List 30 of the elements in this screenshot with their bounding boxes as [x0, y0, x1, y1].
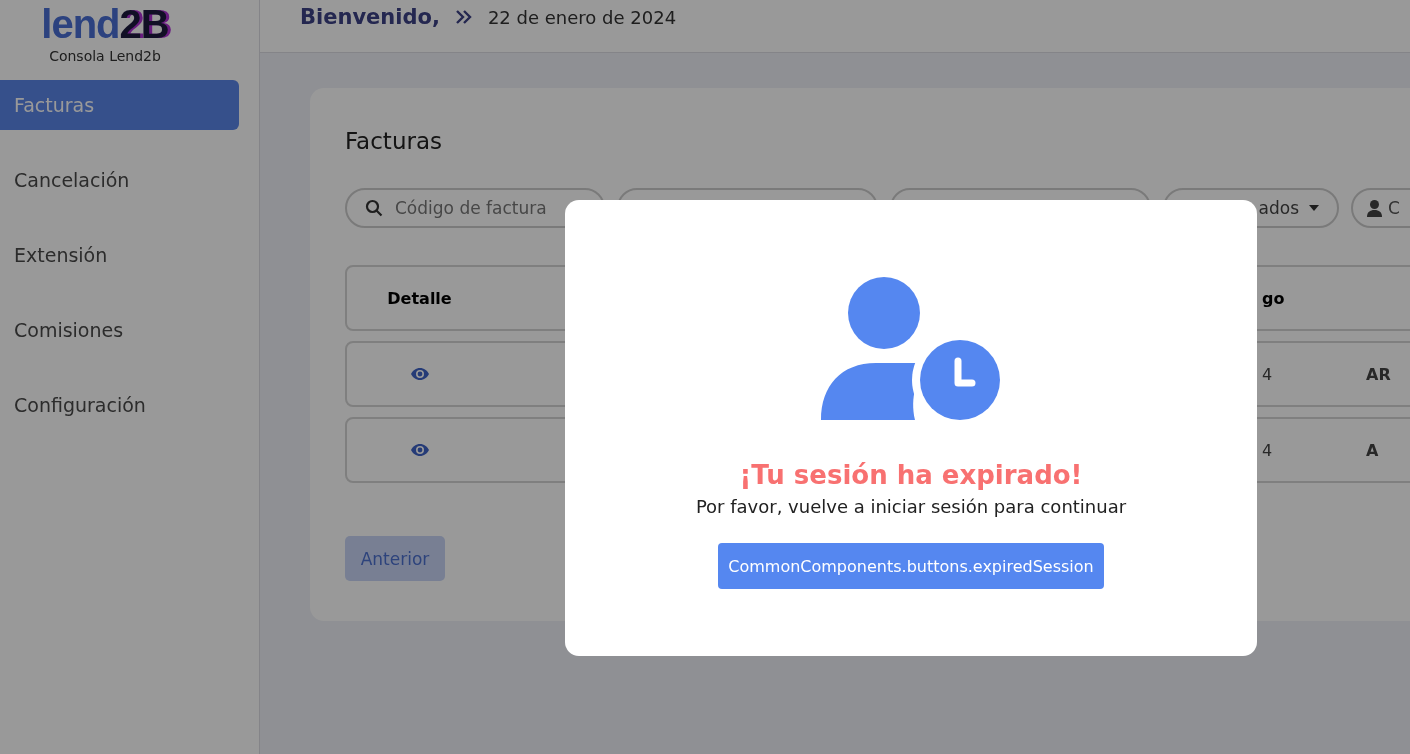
sidebar-item[interactable]: Configuración: [0, 380, 239, 430]
search-bar[interactable]: Código de factura: [345, 188, 605, 228]
user-clock-icon: [820, 277, 1002, 422]
sidebar-item[interactable]: Comisiones: [0, 305, 239, 355]
table-cell-text: 4: [1260, 440, 1274, 460]
date-text: 22 de enero de 2024: [487, 6, 677, 28]
column-header: go: [1261, 288, 1286, 308]
eye-icon[interactable]: [410, 444, 429, 456]
page-title: Facturas: [345, 128, 443, 154]
double-chevron-icon: [455, 10, 472, 24]
user-filter[interactable]: C: [1351, 188, 1410, 228]
search-input[interactable]: Código de factura: [393, 197, 585, 219]
eye-icon[interactable]: [410, 368, 429, 380]
table-cell-text: A: [1365, 440, 1380, 460]
dialog-message: Por favor, vuelve a iniciar sesión para continuar: [695, 496, 1127, 517]
greeting: Bienvenido,: [300, 5, 440, 29]
console-subtitle: Consola Lend2b: [49, 48, 161, 64]
login-button[interactable]: CommonComponents.buttons.expiredSession: [718, 543, 1104, 589]
sidebar-item[interactable]: Extensión: [0, 230, 239, 280]
search-icon: [365, 199, 383, 217]
table-cell-text: AR: [1365, 364, 1392, 384]
column-header: Detalle: [386, 288, 453, 308]
person-icon: [1367, 199, 1382, 217]
sidebar-item[interactable]: Facturas: [0, 80, 239, 130]
filter-value: C: [1388, 198, 1400, 218]
logo: lend2B: [41, 2, 169, 46]
caret-icon: [1309, 205, 1319, 211]
sidebar-item[interactable]: Cancelación: [0, 155, 239, 205]
table-cell-text: 4: [1260, 364, 1274, 384]
dialog-title: ¡Tu sesión ha expirado!: [739, 460, 1083, 490]
